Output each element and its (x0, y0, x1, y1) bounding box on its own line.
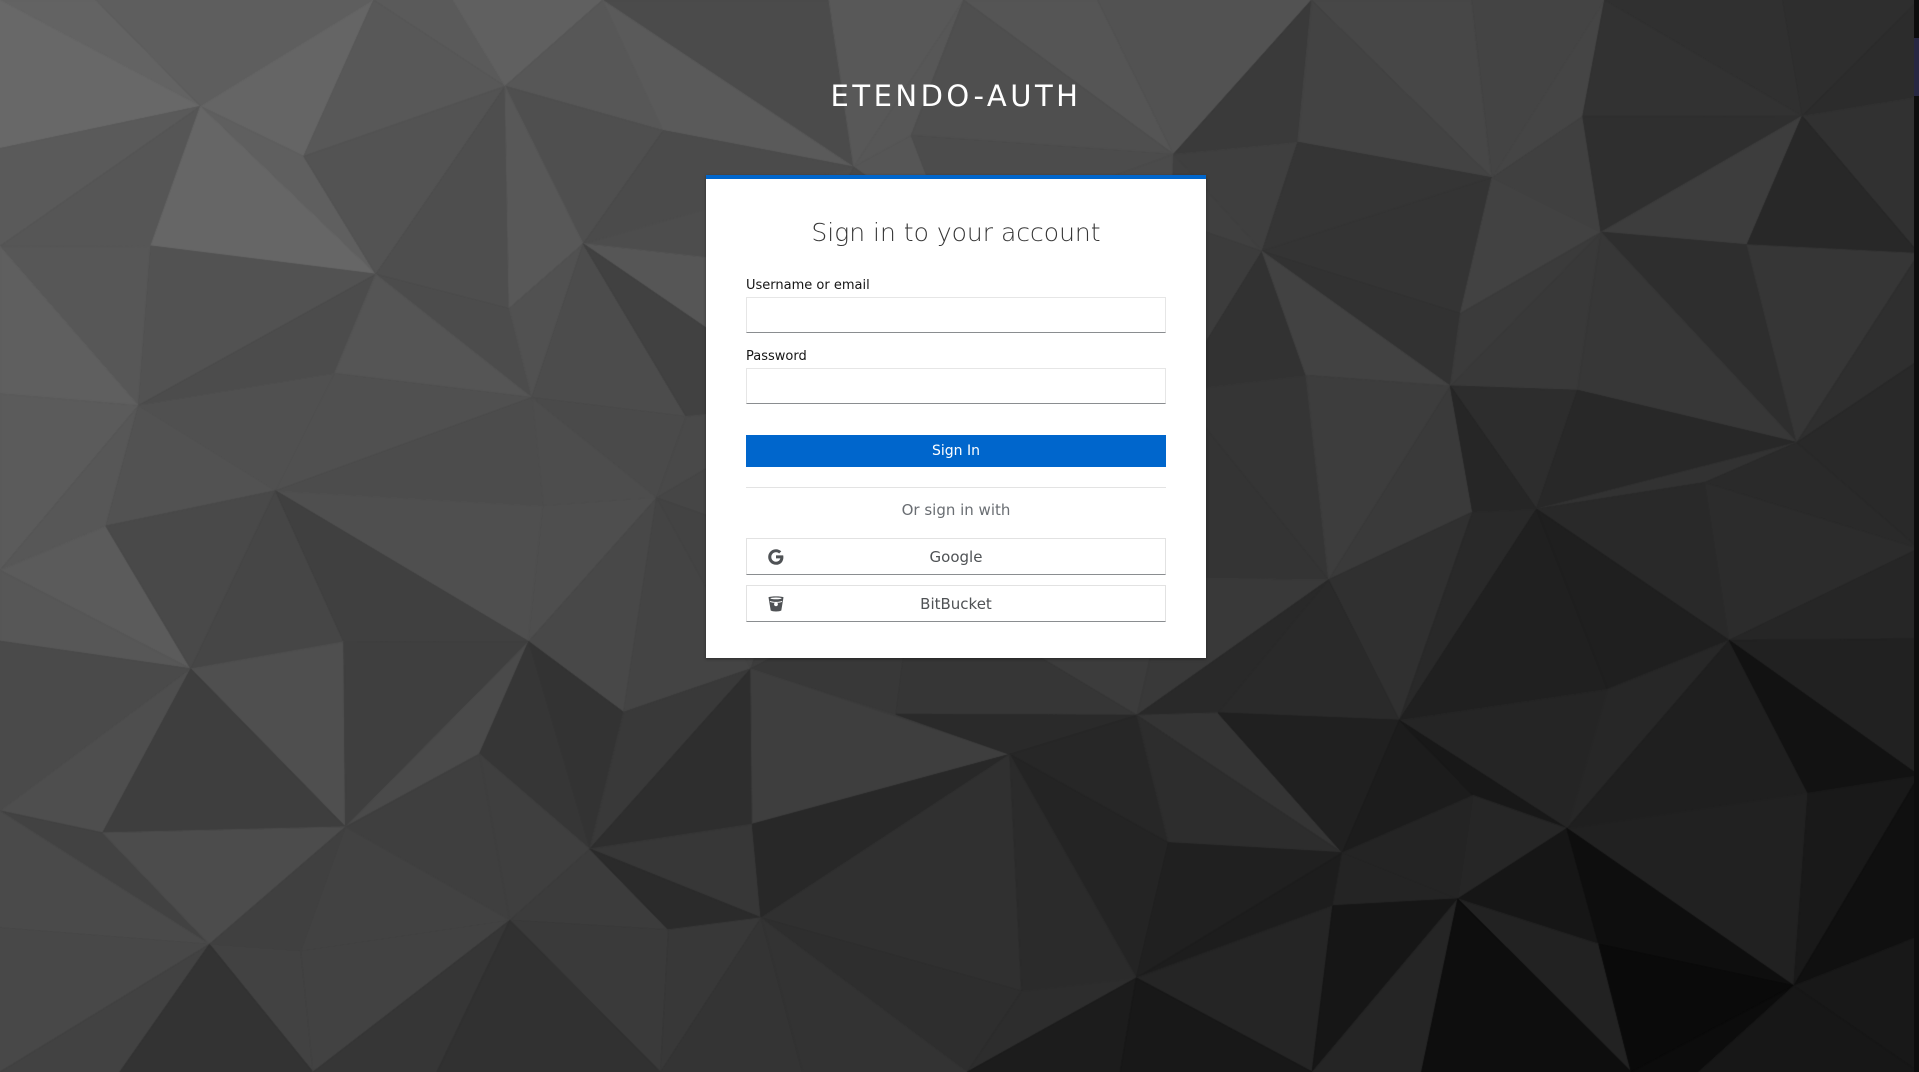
brand-title: ETENDO-AUTH (830, 79, 1082, 113)
password-input[interactable] (746, 368, 1166, 404)
username-label: Username or email (746, 278, 870, 293)
bitbucket-login-button[interactable]: BitBucket (746, 585, 1166, 622)
login-heading: Sign in to your account (811, 218, 1101, 247)
google-login-label: Google (929, 548, 983, 566)
login-card: Sign in to your account Username or emai… (706, 175, 1206, 658)
sign-in-button[interactable]: Sign In (746, 435, 1166, 467)
alt-login-text: Or sign in with (901, 501, 1011, 519)
google-login-button[interactable]: Google (746, 538, 1166, 575)
window-edge-accent (1914, 38, 1919, 96)
bitbucket-login-label: BitBucket (920, 595, 992, 613)
username-input[interactable] (746, 297, 1166, 333)
divider (746, 487, 1166, 488)
password-label: Password (746, 349, 807, 364)
window-edge-strip (1914, 0, 1919, 1072)
